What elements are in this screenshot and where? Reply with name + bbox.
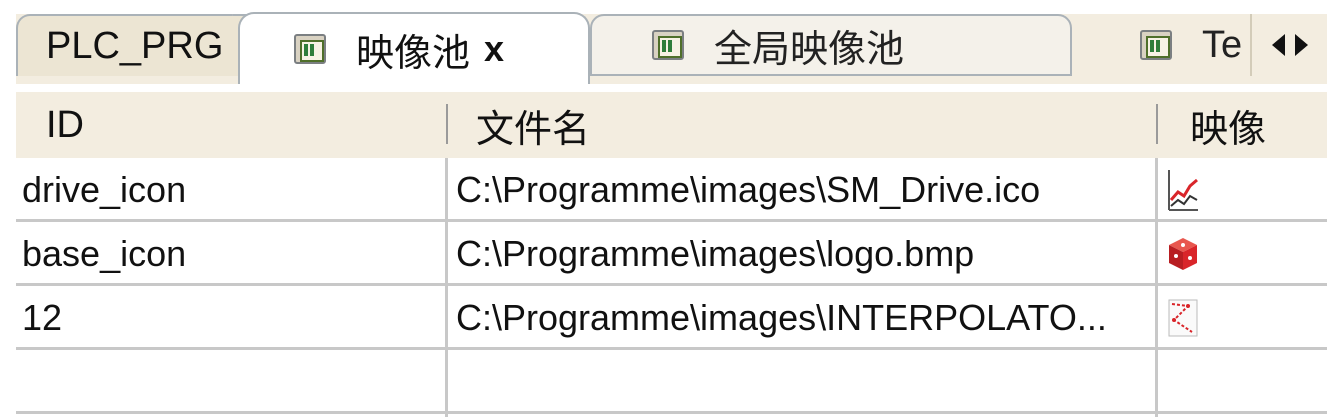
table-row[interactable]: drive_icon C:\Programme\images\SM_Drive.… [16,158,1327,222]
column-header-id[interactable]: ID [46,92,84,158]
column-gridline [445,158,448,417]
cell-filename: C:\Programme\images\logo.bmp [456,233,975,274]
interpolation-icon [1168,299,1198,337]
image-pool-icon [292,32,330,66]
image-pool-icon [1138,28,1176,62]
drive-chart-icon [1168,170,1198,211]
scroll-right-icon[interactable] [1294,34,1308,56]
table-header: ID 文件名 映像 [16,92,1327,158]
image-pool-icon [650,28,688,62]
column-header-image[interactable]: 映像 [1190,92,1266,158]
column-divider[interactable] [446,104,448,144]
cell-id: base_icon [22,233,187,274]
cell-filename: C:\Programme\images\SM_Drive.ico [456,169,1041,210]
image-pool-table: ID 文件名 映像 drive_icon C:\Programme\images… [16,92,1327,417]
cell-id: 12 [22,297,63,338]
cell-image [1166,158,1200,222]
tab-label: 全局映像池 [714,28,905,71]
tab-te[interactable]: Te [1090,14,1250,76]
table-row[interactable] [16,350,1327,414]
table-row[interactable]: 12 C:\Programme\images\INTERPOLATO... [16,286,1327,350]
tab-bar: PLC_PRG 全局映像池 映像池 x Te [0,0,1327,84]
tab-label: PLC_PRG [46,24,224,67]
table-row[interactable]: base_icon C:\Programme\images\logo.bmp [16,222,1327,286]
cell-image [1166,222,1200,286]
cell-filename: C:\Programme\images\INTERPOLATO... [456,297,1107,338]
close-tab-button[interactable]: x [484,28,504,70]
scroll-left-icon[interactable] [1271,34,1285,56]
tab-label: 映像池 [356,32,471,75]
tab-global-image-pool[interactable]: 全局映像池 [590,14,1072,76]
tab-image-pool[interactable]: 映像池 x [238,12,590,84]
tab-plc-prg[interactable]: PLC_PRG [16,14,248,76]
cell-image [1166,286,1200,350]
column-header-filename[interactable]: 文件名 [476,92,590,158]
tab-label: Te [1202,23,1243,66]
cell-id: drive_icon [22,169,187,210]
column-divider[interactable] [1156,104,1158,144]
column-gridline [1155,158,1158,417]
tab-scroll-controls [1250,14,1327,76]
red-cube-icon [1169,238,1197,270]
